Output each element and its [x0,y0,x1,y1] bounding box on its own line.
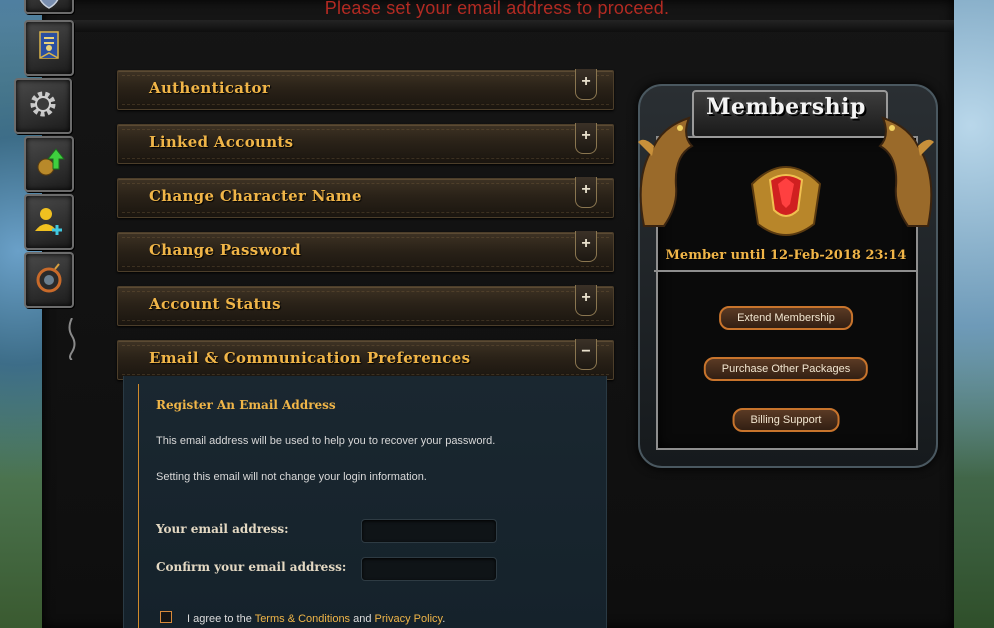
expand-plus-icon[interactable]: + [575,177,597,208]
billing-support-button[interactable]: Billing Support [732,408,840,432]
agree-suffix: . [442,613,446,625]
expand-plus-icon[interactable]: + [575,69,597,100]
accordion-label: Change Password [149,241,302,259]
add-friend-icon [32,203,66,242]
agree-text: I agree to the Terms & Conditions and Pr… [187,613,445,625]
accordion-label: Change Character Name [149,187,362,205]
accordion-authenticator[interactable]: Authenticator + [117,69,614,110]
collapse-minus-icon[interactable]: − [575,339,597,370]
confirm-email-field[interactable] [361,557,497,581]
email-preferences-panel: Register An Email Address This email add… [123,376,607,628]
agree-checkbox[interactable] [160,611,172,623]
email-info-login: Setting this email will not change your … [156,471,427,483]
membership-emblem-icon [750,166,822,236]
accordion-change-character-name[interactable]: Change Character Name + [117,177,614,218]
email-field[interactable] [361,519,497,543]
agree-prefix: I agree to the [187,613,252,625]
email-required-notice: Please set your email address to proceed… [324,0,670,18]
agree-and: and [353,613,372,625]
dragon-right-icon [878,116,934,227]
membership-panel: Membership Member until 12-Feb-2018 23:1… [630,76,942,468]
accordion-email-preferences[interactable]: Email & Communication Preferences − [117,339,614,380]
dock-button-banner[interactable] [24,20,74,76]
dock-button-bomb[interactable] [24,252,74,308]
accordion-label: Email & Communication Preferences [149,349,471,367]
expand-plus-icon[interactable]: + [575,123,597,154]
terms-link[interactable]: Terms & Conditions [255,613,350,625]
dock-button-settings[interactable] [14,78,72,134]
email-info-recovery: This email address will be used to help … [156,435,496,447]
email-label: Your email address: [156,522,289,536]
level-up-icon [32,145,66,184]
accordion-account-status[interactable]: Account Status + [117,285,614,326]
dock-button-shield[interactable] [24,0,74,14]
expand-plus-icon[interactable]: + [575,231,597,262]
background-scenery-right [948,0,994,628]
gear-icon [26,87,60,126]
bomb-icon [32,261,66,300]
privacy-link[interactable]: Privacy Policy [375,613,443,625]
accordion-label: Account Status [149,295,281,313]
shield-icon [32,0,66,15]
accordion-label: Authenticator [149,79,271,97]
dock-button-level-up[interactable] [24,136,74,192]
chain-ornament [68,318,76,360]
section-title: Register An Email Address [156,398,336,412]
dock-button-add-friend[interactable] [24,194,74,250]
accordion-change-password[interactable]: Change Password + [117,231,614,272]
dragon-left-icon [638,116,694,227]
banner-icon [32,29,66,68]
expand-plus-icon[interactable]: + [575,285,597,316]
confirm-email-label: Confirm your email address: [156,560,347,574]
accordion-linked-accounts[interactable]: Linked Accounts + [117,123,614,164]
purchase-packages-button[interactable]: Purchase Other Packages [703,357,869,381]
extend-membership-button[interactable]: Extend Membership [719,306,853,330]
accordion-label: Linked Accounts [149,133,294,151]
member-until-text: Member until 12-Feb-2018 23:14 [665,248,907,263]
